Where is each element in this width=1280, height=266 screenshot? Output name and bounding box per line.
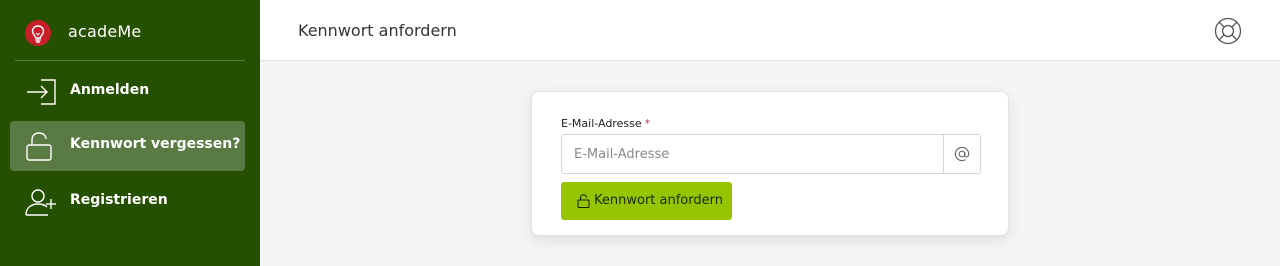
at-icon — [954, 146, 970, 162]
unlock-icon — [24, 131, 58, 161]
password-request-form: E-Mail-Adresse* Kennwort anfordern — [531, 91, 1009, 236]
sidebar: acadeMe Anmelden Kennwort vergessen? Reg… — [0, 0, 260, 266]
sidebar-item-registrieren[interactable]: Registrieren — [10, 177, 245, 227]
email-field — [561, 134, 981, 174]
app-name: acadeMe — [68, 22, 142, 41]
required-marker: * — [644, 117, 651, 130]
request-password-button[interactable]: Kennwort anfordern — [561, 182, 732, 220]
email-addon — [943, 135, 980, 173]
sidebar-item-label: Anmelden — [70, 82, 150, 98]
user-add-icon — [24, 187, 58, 217]
sidebar-divider — [15, 60, 245, 61]
sidebar-item-label: Kennwort vergessen? — [70, 136, 241, 152]
top-bar: Kennwort anfordern — [260, 0, 1280, 61]
sidebar-item-kennwort-vergessen[interactable]: Kennwort vergessen? — [10, 121, 245, 171]
brand[interactable]: acadeMe — [0, 0, 260, 61]
email-label-text: E-Mail-Adresse — [561, 117, 642, 130]
sidebar-item-label: Registrieren — [70, 192, 168, 208]
sidebar-item-anmelden[interactable]: Anmelden — [10, 67, 245, 117]
unlock-icon — [577, 194, 590, 208]
lifebuoy-icon[interactable] — [1214, 17, 1242, 45]
email-label: E-Mail-Adresse * — [561, 117, 650, 130]
login-icon — [24, 77, 58, 107]
lightbulb-logo-icon — [25, 20, 51, 46]
button-label: Kennwort anfordern — [594, 193, 723, 208]
email-input[interactable] — [562, 135, 944, 173]
page-title: Kennwort anfordern — [298, 21, 457, 40]
